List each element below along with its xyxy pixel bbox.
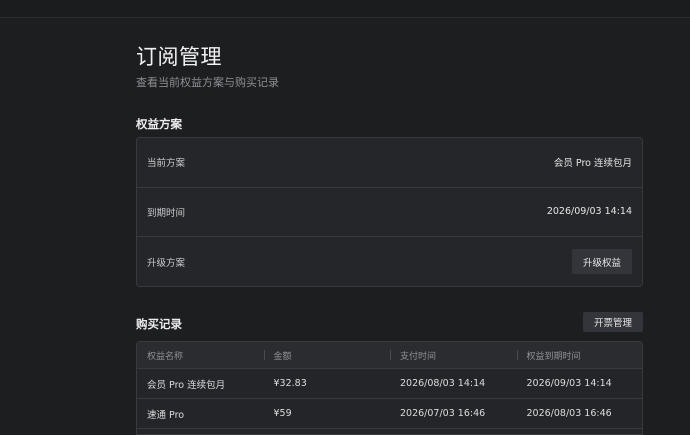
cell-paid-time: 2026/07/03 16:46: [400, 408, 486, 419]
table-row: 速通 Pro ¥59 2026/07/03 16:46 2026/08/03 1…: [137, 399, 642, 429]
table-row: 会员 Pro 连续包月 ¥32.83 2026/08/03 14:14 2026…: [137, 369, 642, 399]
upgrade-button[interactable]: 升级权益: [572, 249, 632, 275]
plan-row-upgrade: 升级方案 升级权益: [137, 237, 642, 287]
purchase-table: 权益名称 金额 支付时间 权益到期时间 会员 Pro 连续包月 ¥32.83 2…: [136, 341, 643, 435]
plan-row-expiry: 到期时间 2026/09/03 14:14: [137, 188, 642, 237]
top-bar: [0, 0, 690, 18]
upgrade-label: 升级方案: [147, 257, 186, 269]
cell-paid-time: 2026/08/03 14:14: [400, 378, 486, 389]
column-header-name: 权益名称: [147, 351, 184, 362]
plan-card: 当前方案 会员 Pro 连续包月 到期时间 2026/09/03 14:14 升…: [136, 137, 643, 287]
cell-name: 速通 Pro: [147, 409, 185, 421]
plan-section-title: 权益方案: [136, 117, 182, 131]
column-header-paid-time: 支付时间: [390, 349, 517, 362]
expiry-label: 到期时间: [147, 207, 186, 219]
plan-row-current: 当前方案 会员 Pro 连续包月: [137, 138, 642, 188]
page-subtitle: 查看当前权益方案与购买记录: [136, 76, 279, 89]
cell-name: 会员 Pro 连续包月: [147, 379, 226, 391]
current-plan-label: 当前方案: [147, 158, 186, 170]
cell-expiry-time: 2026/09/03 14:14: [526, 378, 612, 389]
cell-expiry-time: 2026/08/03 16:46: [526, 408, 612, 419]
cell-amount: ¥32.83: [273, 378, 307, 389]
cell-amount: ¥59: [273, 408, 292, 419]
table-header: 权益名称 金额 支付时间 权益到期时间: [137, 342, 642, 369]
invoice-management-button[interactable]: 开票管理: [583, 312, 643, 332]
expiry-value: 2026/09/03 14:14: [546, 206, 632, 218]
column-header-expiry-time: 权益到期时间: [516, 349, 643, 362]
current-plan-value: 会员 Pro 连续包月: [553, 158, 632, 170]
purchase-section-title: 购买记录: [136, 317, 182, 331]
page-title: 订阅管理: [136, 45, 222, 69]
column-header-amount: 金额: [263, 349, 391, 362]
